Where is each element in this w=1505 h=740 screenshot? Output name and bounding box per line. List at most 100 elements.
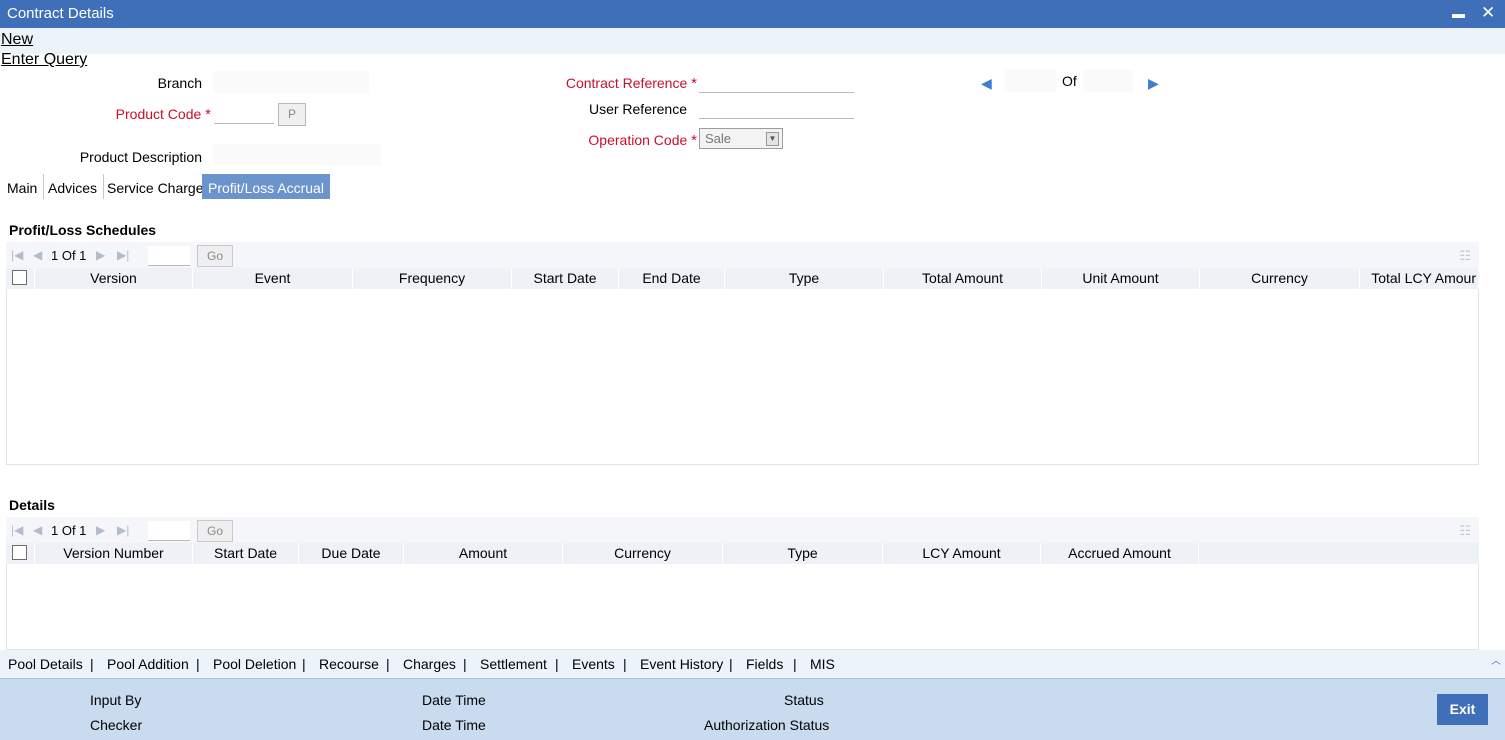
col-type[interactable]: Type	[723, 543, 883, 564]
mis-link[interactable]: MIS	[810, 656, 835, 672]
events-link[interactable]: Events	[572, 656, 615, 672]
first-page-icon[interactable]: |◀	[11, 523, 23, 537]
schedules-page-indicator: 1 Of 1	[51, 248, 87, 263]
separator: |	[302, 656, 306, 672]
pool-addition-link[interactable]: Pool Addition	[107, 656, 189, 672]
scroll-up-icon[interactable]: ︿	[1491, 652, 1501, 667]
schedules-pager: |◀ ◀ 1 Of 1 ▶ ▶| Go ☷	[6, 242, 1479, 269]
enter-query-link[interactable]: Enter Query	[1, 51, 87, 69]
pool-details-link[interactable]: Pool Details	[8, 656, 83, 672]
col-total-amount[interactable]: Total Amount	[884, 268, 1042, 289]
operation-code-value: Sale	[705, 131, 732, 146]
separator: |	[463, 656, 467, 672]
total-records-input[interactable]	[1083, 70, 1134, 92]
close-icon[interactable]: ✕	[1481, 3, 1495, 23]
col-total-lcy-amount[interactable]: Total LCY Amour	[1360, 268, 1479, 289]
col-accrued-amount[interactable]: Accrued Amount	[1041, 543, 1199, 564]
last-page-icon[interactable]: ▶|	[117, 523, 129, 537]
schedules-table-header: Version Event Frequency Start Date End D…	[6, 268, 1479, 289]
operation-code-label-text: Operation Code	[588, 132, 688, 148]
schedules-go-button[interactable]: Go	[197, 245, 233, 267]
window-title: Contract Details	[7, 5, 114, 22]
col-lcy-amount[interactable]: LCY Amount	[883, 543, 1041, 564]
checker-date-time-label: Date Time	[422, 717, 486, 733]
recourse-link[interactable]: Recourse	[319, 656, 379, 672]
user-reference-input[interactable]	[699, 97, 854, 119]
tab-service-charge[interactable]: Service Charge	[101, 174, 211, 199]
separator: |	[793, 656, 797, 672]
details-table-body	[6, 564, 1479, 650]
col-amount[interactable]: Amount	[404, 543, 563, 564]
col-type[interactable]: Type	[725, 268, 884, 289]
first-page-icon[interactable]: |◀	[11, 248, 23, 262]
col-currency[interactable]: Currency	[563, 543, 723, 564]
contract-reference-label-text: Contract Reference	[565, 75, 688, 91]
col-start-date[interactable]: Start Date	[512, 268, 619, 289]
product-description-input[interactable]	[214, 144, 381, 166]
event-history-link[interactable]: Event History	[640, 656, 723, 672]
window-titlebar: Contract Details ▬ ✕	[0, 0, 1505, 28]
status-label: Status	[784, 692, 824, 708]
next-page-icon[interactable]: ▶	[96, 523, 105, 537]
col-end-date[interactable]: End Date	[619, 268, 725, 289]
charges-link[interactable]: Charges	[403, 656, 456, 672]
tab-profit-loss-accrual[interactable]: Profit/Loss Accrual	[202, 174, 330, 199]
separator: |	[196, 656, 200, 672]
separator: |	[623, 656, 627, 672]
schedules-table-body	[6, 289, 1479, 465]
required-mark: *	[205, 106, 211, 123]
col-due-date[interactable]: Due Date	[299, 543, 404, 564]
col-version[interactable]: Version	[35, 268, 193, 289]
contract-reference-input[interactable]	[699, 71, 854, 93]
branch-input[interactable]	[214, 71, 369, 93]
col-frequency[interactable]: Frequency	[353, 268, 512, 289]
last-page-icon[interactable]: ▶|	[117, 248, 129, 262]
separator: |	[386, 656, 390, 672]
tab-main[interactable]: Main	[1, 174, 45, 199]
authorization-status-label: Authorization Status	[704, 717, 830, 733]
contract-reference-label: Contract Reference *	[520, 75, 697, 92]
previous-record-icon[interactable]: ◀	[981, 75, 992, 92]
next-record-icon[interactable]: ▶	[1148, 75, 1159, 92]
menu-band	[0, 28, 1505, 54]
details-page-indicator: 1 Of 1	[51, 523, 87, 538]
details-page-input[interactable]	[148, 521, 190, 541]
col-currency[interactable]: Currency	[1200, 268, 1360, 289]
chevron-down-icon: ▼	[766, 132, 779, 146]
user-reference-label: User Reference	[588, 101, 687, 117]
schedules-select-all-checkbox[interactable]	[12, 270, 27, 285]
separator: |	[90, 656, 94, 672]
details-select-all-checkbox[interactable]	[12, 545, 27, 560]
grid-options-icon[interactable]: ☷	[1459, 248, 1471, 264]
product-code-label: Product Code *	[60, 106, 211, 123]
grid-options-icon[interactable]: ☷	[1459, 523, 1471, 539]
operation-code-select[interactable]: Sale ▼	[699, 128, 783, 149]
col-start-date[interactable]: Start Date	[193, 543, 299, 564]
details-go-button[interactable]: Go	[197, 520, 233, 542]
product-description-label: Product Description	[79, 149, 202, 165]
previous-page-icon[interactable]: ◀	[33, 523, 42, 537]
tab-advices[interactable]: Advices	[42, 174, 105, 199]
col-version-number[interactable]: Version Number	[35, 543, 193, 564]
schedules-page-input[interactable]	[148, 246, 190, 266]
fields-link[interactable]: Fields	[746, 656, 783, 672]
checker-label: Checker	[90, 717, 143, 733]
operation-code-label: Operation Code *	[540, 132, 697, 149]
separator: |	[729, 656, 733, 672]
product-lov-button[interactable]: P	[278, 103, 306, 126]
previous-page-icon[interactable]: ◀	[33, 248, 42, 262]
col-unit-amount[interactable]: Unit Amount	[1042, 268, 1200, 289]
settlement-link[interactable]: Settlement	[480, 656, 547, 672]
of-label: Of	[1062, 73, 1077, 89]
required-mark: *	[691, 75, 697, 92]
current-record-input[interactable]	[1005, 70, 1056, 92]
next-page-icon[interactable]: ▶	[96, 248, 105, 262]
exit-button[interactable]: Exit	[1437, 694, 1488, 725]
minimize-icon[interactable]: ▬	[1452, 6, 1465, 21]
pool-deletion-link[interactable]: Pool Deletion	[213, 656, 296, 672]
new-link[interactable]: New	[1, 31, 33, 49]
details-pager: |◀ ◀ 1 Of 1 ▶ ▶| Go ☷	[6, 517, 1479, 544]
details-section-title: Details	[9, 497, 55, 513]
col-event[interactable]: Event	[193, 268, 353, 289]
product-code-input[interactable]	[214, 102, 274, 124]
